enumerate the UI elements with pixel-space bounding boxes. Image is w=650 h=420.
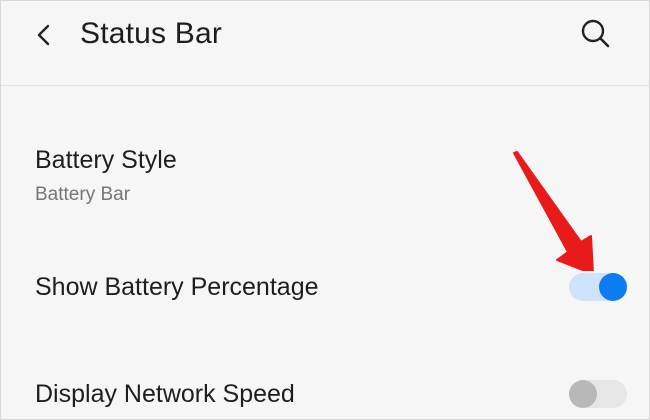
setting-show-battery-percentage-title: Show Battery Percentage — [35, 273, 319, 301]
back-button[interactable] — [29, 19, 61, 51]
app-bar: Status Bar — [1, 1, 649, 86]
toggle-knob — [599, 273, 627, 301]
setting-show-battery-percentage[interactable]: Show Battery Percentage — [1, 255, 649, 321]
setting-battery-style-title: Battery Style — [35, 146, 177, 174]
setting-display-network-speed-title: Display Network Speed — [35, 380, 295, 408]
battery-percentage-toggle[interactable] — [569, 273, 627, 301]
page-title: Status Bar — [80, 17, 223, 50]
search-button[interactable] — [577, 15, 613, 51]
setting-battery-style[interactable]: Battery Style Battery Bar — [1, 131, 649, 221]
setting-battery-style-value: Battery Bar — [35, 184, 131, 205]
search-icon — [581, 19, 610, 48]
toggle-knob — [569, 380, 597, 408]
settings-screen: Status Bar Battery Style Battery Bar Sho… — [0, 0, 650, 420]
setting-display-network-speed[interactable]: Display Network Speed — [1, 363, 649, 419]
back-chevron-icon — [37, 24, 50, 46]
network-speed-toggle[interactable] — [569, 380, 627, 408]
